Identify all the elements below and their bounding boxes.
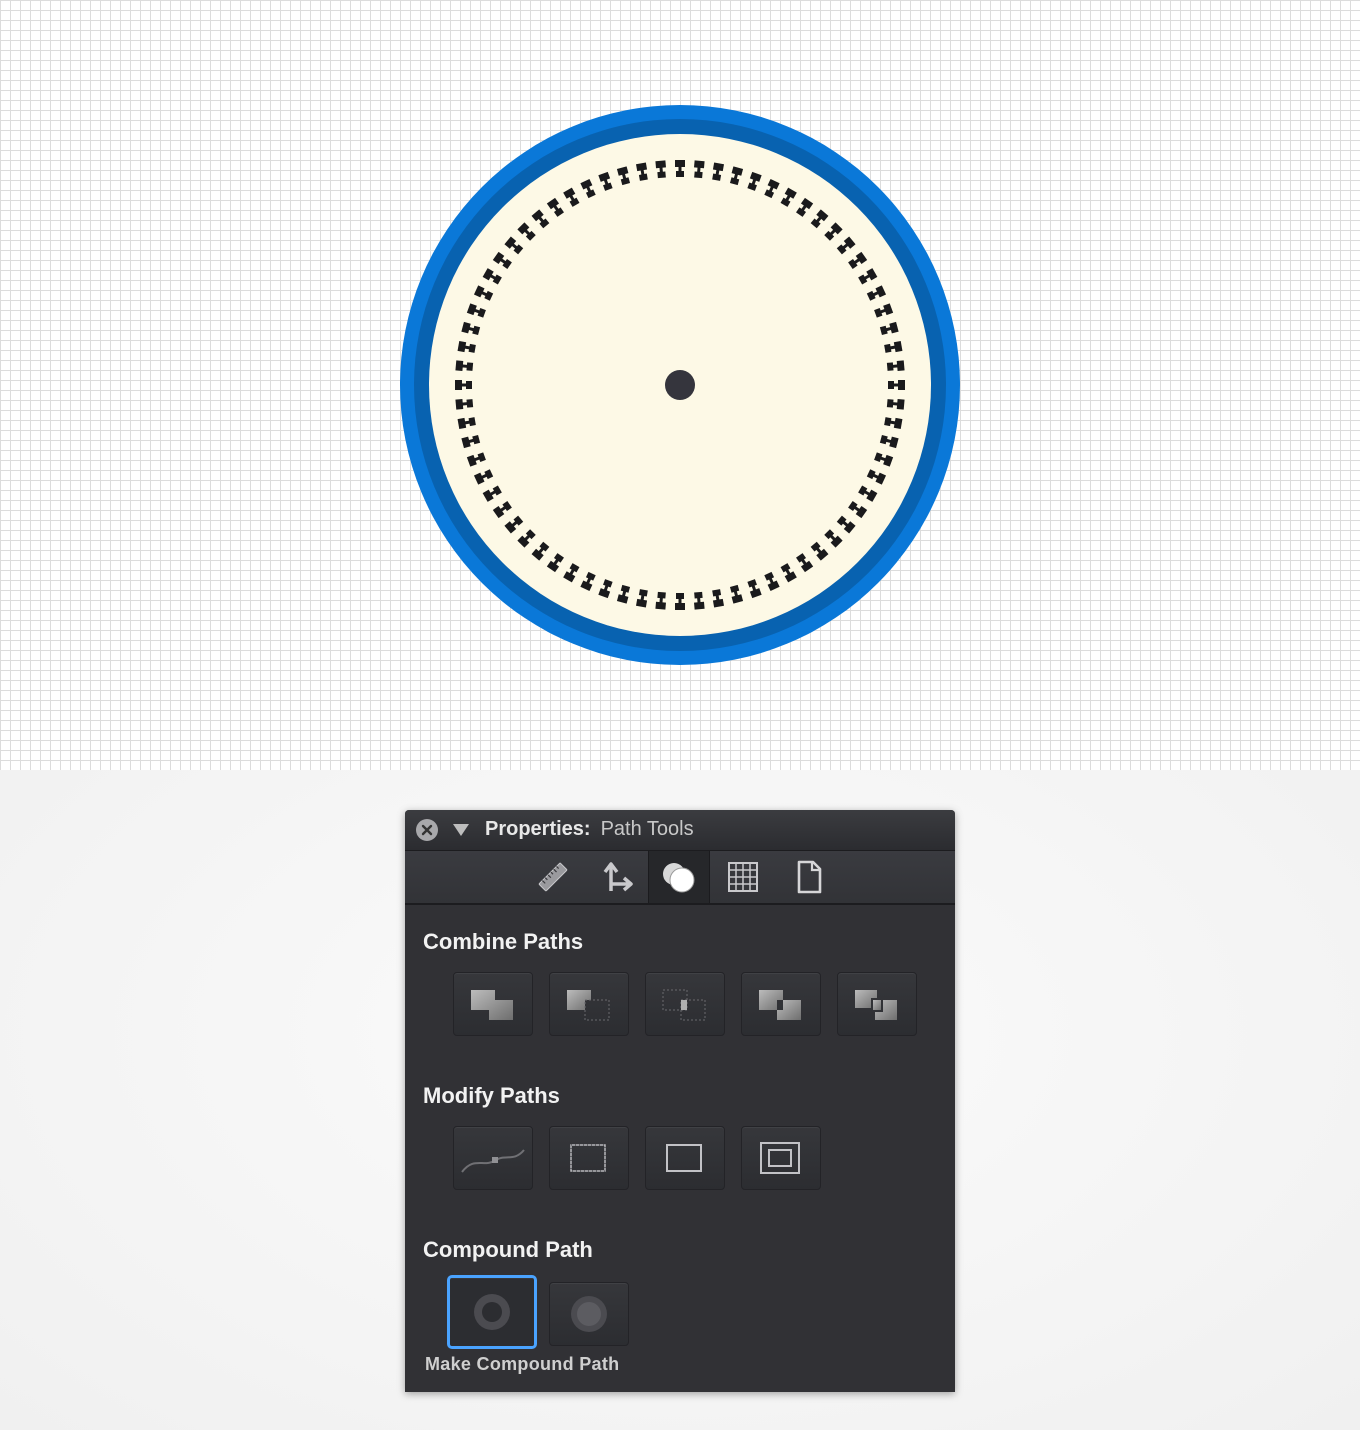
tab-grid[interactable] — [712, 851, 774, 903]
dial-center-dot[interactable] — [665, 370, 695, 400]
modify-paths-heading: Modify Paths — [423, 1083, 560, 1108]
minus-front-icon — [567, 990, 610, 1021]
make-compound-path-button[interactable] — [447, 1275, 537, 1349]
grid-icon — [728, 862, 758, 892]
outline-stroke-icon — [666, 1144, 702, 1172]
compound-path-heading: Compound Path — [423, 1237, 593, 1262]
intersect-button[interactable] — [645, 972, 725, 1036]
tab-path-tools[interactable] — [648, 851, 710, 903]
outline-stroke-button[interactable] — [645, 1126, 725, 1190]
panel-title: Properties: Path Tools — [485, 818, 694, 841]
make-compound-path-icon — [474, 1294, 510, 1330]
tab-transform[interactable] — [585, 851, 647, 903]
panel-tabbar — [405, 851, 955, 905]
release-compound-path-icon — [571, 1296, 607, 1332]
outline-dashed-button[interactable] — [549, 1126, 629, 1190]
intersect-icon — [662, 989, 706, 1021]
offset-path-button[interactable] — [741, 1126, 821, 1190]
smooth-path-button[interactable] — [453, 1126, 533, 1190]
divide-button[interactable] — [837, 972, 917, 1036]
clock-dial-artwork[interactable] — [390, 95, 970, 675]
combine-paths-heading: Combine Paths — [423, 929, 584, 954]
minus-front-button[interactable] — [549, 972, 629, 1036]
panel-title-value: Path Tools — [600, 818, 694, 840]
unite-button[interactable] — [453, 972, 533, 1036]
transform-arrows-icon — [603, 862, 633, 892]
unite-icon — [471, 990, 513, 1020]
exclude-icon — [759, 990, 801, 1020]
close-icon[interactable] — [416, 819, 438, 841]
properties-panel: Properties: Path Tools Combine Paths Mod… — [405, 810, 955, 1392]
smooth-path-icon — [461, 1149, 525, 1173]
release-compound-path-button[interactable] — [549, 1282, 629, 1346]
collapse-triangle-icon[interactable] — [453, 824, 469, 836]
document-icon — [797, 860, 822, 894]
offset-path-icon — [760, 1142, 800, 1174]
artboard-grid[interactable] — [0, 0, 1360, 770]
make-compound-path-tooltip: Make Compound Path — [425, 1354, 620, 1374]
divide-icon — [855, 990, 897, 1020]
path-tools-icon — [663, 863, 695, 893]
exclude-button[interactable] — [741, 972, 821, 1036]
tab-measure[interactable] — [522, 851, 584, 903]
panel-titlebar[interactable]: Properties: Path Tools — [405, 810, 955, 851]
panel-title-label: Properties: — [485, 818, 591, 840]
outline-dashed-icon — [570, 1144, 606, 1172]
tab-document[interactable] — [778, 851, 840, 903]
ruler-icon — [538, 862, 568, 892]
